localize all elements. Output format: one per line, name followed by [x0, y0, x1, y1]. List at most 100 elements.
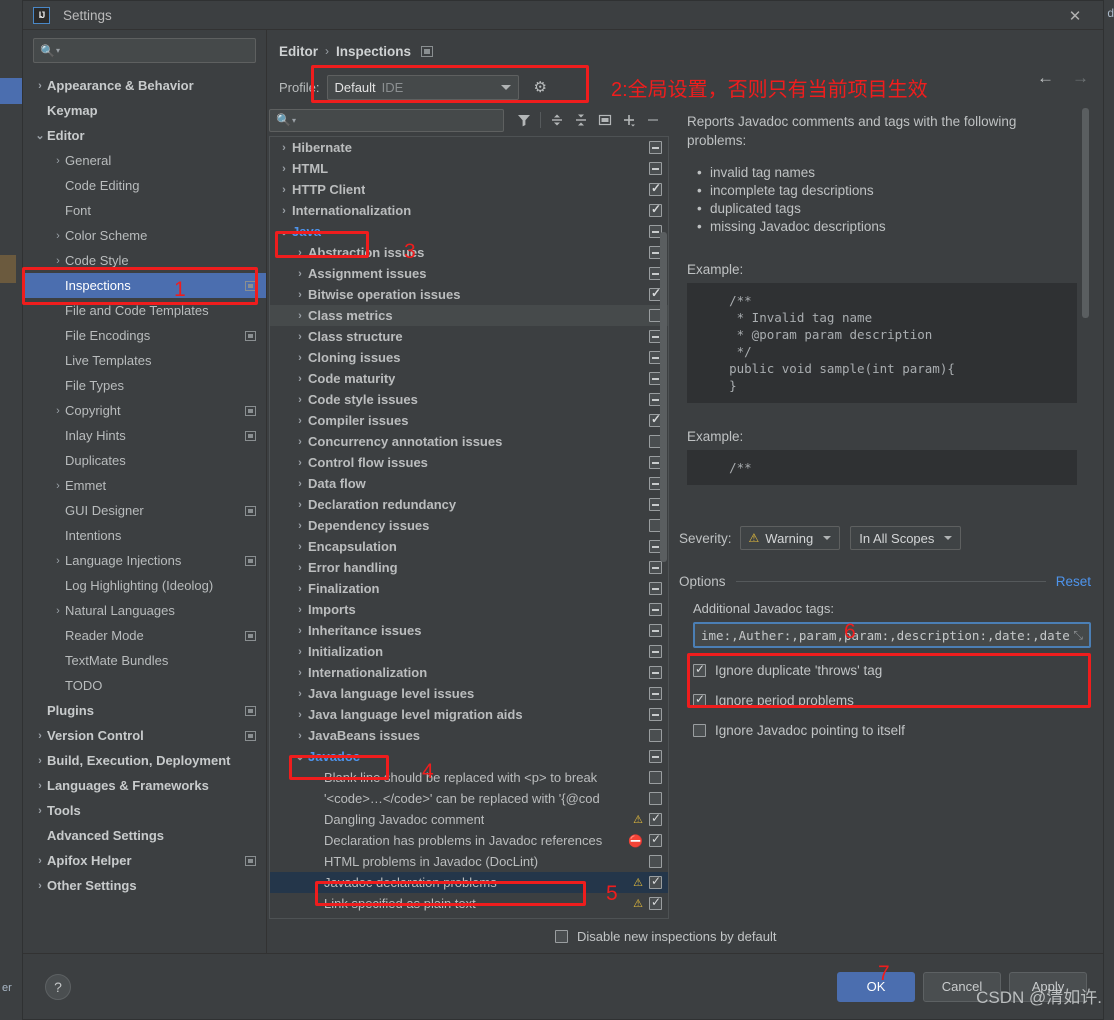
expand-icon[interactable]: ⤡: [1073, 628, 1083, 643]
chevron-icon[interactable]: ›: [276, 142, 292, 154]
inspection-tree-row[interactable]: '<code>…</code>' can be replaced with '{…: [270, 788, 668, 809]
sidebar-item-languages-frameworks[interactable]: › Languages & Frameworks: [23, 773, 266, 798]
inspection-tree-row[interactable]: › Error handling: [270, 557, 668, 578]
chevron-icon[interactable]: ›: [292, 394, 308, 406]
checkbox-icon[interactable]: [649, 162, 662, 175]
inspection-tree-row[interactable]: › Code style issues: [270, 389, 668, 410]
sidebar-item-code-style[interactable]: › Code Style: [23, 248, 266, 273]
sidebar-item-color-scheme[interactable]: › Color Scheme: [23, 223, 266, 248]
checkbox-icon[interactable]: [649, 771, 662, 784]
inspection-tree-row[interactable]: Declaration has problems in Javadoc refe…: [270, 830, 668, 851]
chevron-icon[interactable]: ›: [292, 268, 308, 280]
sidebar-item-code-editing[interactable]: Code Editing: [23, 173, 266, 198]
chevron-icon[interactable]: ›: [33, 855, 47, 867]
sidebar-item-font[interactable]: Font: [23, 198, 266, 223]
chevron-icon[interactable]: ›: [292, 625, 308, 637]
additional-tags-input[interactable]: ime:,Auther:,param,param:,description:,d…: [693, 622, 1091, 648]
chevron-icon[interactable]: ›: [33, 80, 47, 92]
checkbox-icon[interactable]: [649, 624, 662, 637]
inspection-tree-row[interactable]: HTML problems in Javadoc (DocLint): [270, 851, 668, 872]
inspection-tree-row[interactable]: Blank line should be replaced with <p> t…: [270, 767, 668, 788]
checkbox-icon[interactable]: [649, 855, 662, 868]
chevron-icon[interactable]: ›: [292, 688, 308, 700]
inspection-tree-row[interactable]: › Class structure: [270, 326, 668, 347]
sidebar-item-plugins[interactable]: Plugins: [23, 698, 266, 723]
checkbox-icon[interactable]: [693, 724, 706, 737]
inspection-tree-row[interactable]: › Concurrency annotation issues: [270, 431, 668, 452]
cancel-button[interactable]: Cancel: [923, 971, 1001, 1002]
sidebar-item-textmate-bundles[interactable]: TextMate Bundles: [23, 648, 266, 673]
chevron-icon[interactable]: ›: [292, 310, 308, 322]
chevron-icon[interactable]: ›: [292, 604, 308, 616]
sidebar-item-appearance-behavior[interactable]: › Appearance & Behavior: [23, 73, 266, 98]
checkbox-icon[interactable]: [649, 832, 662, 847]
sidebar-item-live-templates[interactable]: Live Templates: [23, 348, 266, 373]
chevron-icon[interactable]: ›: [33, 880, 47, 892]
checkbox-icon[interactable]: [555, 929, 568, 943]
chevron-icon[interactable]: ›: [292, 709, 308, 721]
option-ignore-period-problems[interactable]: Ignore period problems: [693, 692, 1091, 708]
filter-icon[interactable]: [512, 108, 536, 132]
sidebar-item-natural-languages[interactable]: › Natural Languages: [23, 598, 266, 623]
chevron-icon[interactable]: ›: [292, 457, 308, 469]
checkbox-icon[interactable]: [649, 582, 662, 595]
checkbox-icon[interactable]: [649, 811, 662, 826]
inspection-tree-row[interactable]: › Abstraction issues: [270, 242, 668, 263]
checkbox-icon[interactable]: [649, 603, 662, 616]
sidebar-item-inlay-hints[interactable]: Inlay Hints: [23, 423, 266, 448]
inspection-tree-row[interactable]: ⌄ Javadoc: [270, 746, 668, 767]
chevron-icon[interactable]: ›: [292, 478, 308, 490]
inspection-tree-row[interactable]: › Dependency issues: [270, 515, 668, 536]
severity-select[interactable]: ⚠ Warning: [739, 526, 841, 550]
inspection-tree-row[interactable]: › Inheritance issues: [270, 620, 668, 641]
inspection-tree-row[interactable]: › Bitwise operation issues: [270, 284, 668, 305]
reset-link[interactable]: Reset: [1056, 574, 1091, 589]
inspection-tree-row[interactable]: › Code maturity: [270, 368, 668, 389]
inspection-tree-row[interactable]: › JavaBeans issues: [270, 725, 668, 746]
checkbox-icon[interactable]: [649, 708, 662, 721]
chevron-icon[interactable]: ⌄: [33, 129, 47, 142]
checkbox-icon[interactable]: [649, 561, 662, 574]
sidebar-item-duplicates[interactable]: Duplicates: [23, 448, 266, 473]
apply-button[interactable]: Apply: [1009, 971, 1087, 1002]
help-button[interactable]: ?: [45, 973, 71, 1000]
inspection-tree-row[interactable]: › Encapsulation: [270, 536, 668, 557]
inspection-tree-row[interactable]: › Class metrics: [270, 305, 668, 326]
sidebar-item-copyright[interactable]: › Copyright: [23, 398, 266, 423]
inspection-tree-row[interactable]: › Java language level migration aids: [270, 704, 668, 725]
sidebar-item-log-highlighting-ideolog[interactable]: Log Highlighting (Ideolog): [23, 573, 266, 598]
ok-button[interactable]: OK: [837, 971, 915, 1002]
expand-all-icon[interactable]: [545, 108, 569, 132]
sidebar-item-tools[interactable]: › Tools: [23, 798, 266, 823]
inspection-tree-row[interactable]: › Initialization: [270, 641, 668, 662]
sidebar-item-intentions[interactable]: Intentions: [23, 523, 266, 548]
option-ignore-self-pointing[interactable]: Ignore Javadoc pointing to itself: [693, 723, 1091, 738]
checkbox-icon[interactable]: [649, 687, 662, 700]
chevron-icon[interactable]: ›: [51, 155, 65, 167]
description-scrollbar[interactable]: [1082, 108, 1089, 318]
checkbox-icon[interactable]: [693, 662, 706, 677]
checkbox-icon[interactable]: [649, 750, 662, 763]
chevron-icon[interactable]: ⌄: [276, 225, 292, 238]
inspection-tree-row[interactable]: › Cloning issues: [270, 347, 668, 368]
inspection-tree-row[interactable]: › Internationalization: [270, 662, 668, 683]
chevron-icon[interactable]: ›: [292, 373, 308, 385]
profile-select[interactable]: Default IDE: [327, 74, 520, 100]
chevron-icon[interactable]: ›: [51, 405, 65, 417]
chevron-icon[interactable]: ›: [33, 730, 47, 742]
sidebar-item-version-control[interactable]: › Version Control: [23, 723, 266, 748]
checkbox-icon[interactable]: [649, 181, 662, 196]
chevron-icon[interactable]: ›: [292, 289, 308, 301]
checkbox-icon[interactable]: [649, 202, 662, 217]
sidebar-item-todo[interactable]: TODO: [23, 673, 266, 698]
inspection-tree-row[interactable]: Link specified as plain text ⚠: [270, 893, 668, 914]
chevron-icon[interactable]: ›: [292, 415, 308, 427]
forward-icon[interactable]: →: [1072, 68, 1089, 88]
inspection-tree-row[interactable]: › Internationalization: [270, 200, 668, 221]
inspection-tree-row[interactable]: › Finalization: [270, 578, 668, 599]
checkbox-icon[interactable]: [649, 729, 662, 742]
sidebar-item-keymap[interactable]: Keymap: [23, 98, 266, 123]
inspection-tree-row[interactable]: › Assignment issues: [270, 263, 668, 284]
inspection-tree-row[interactable]: Dangling Javadoc comment ⚠: [270, 809, 668, 830]
inspection-tree-row[interactable]: Javadoc declaration problems ⚠: [270, 872, 668, 893]
